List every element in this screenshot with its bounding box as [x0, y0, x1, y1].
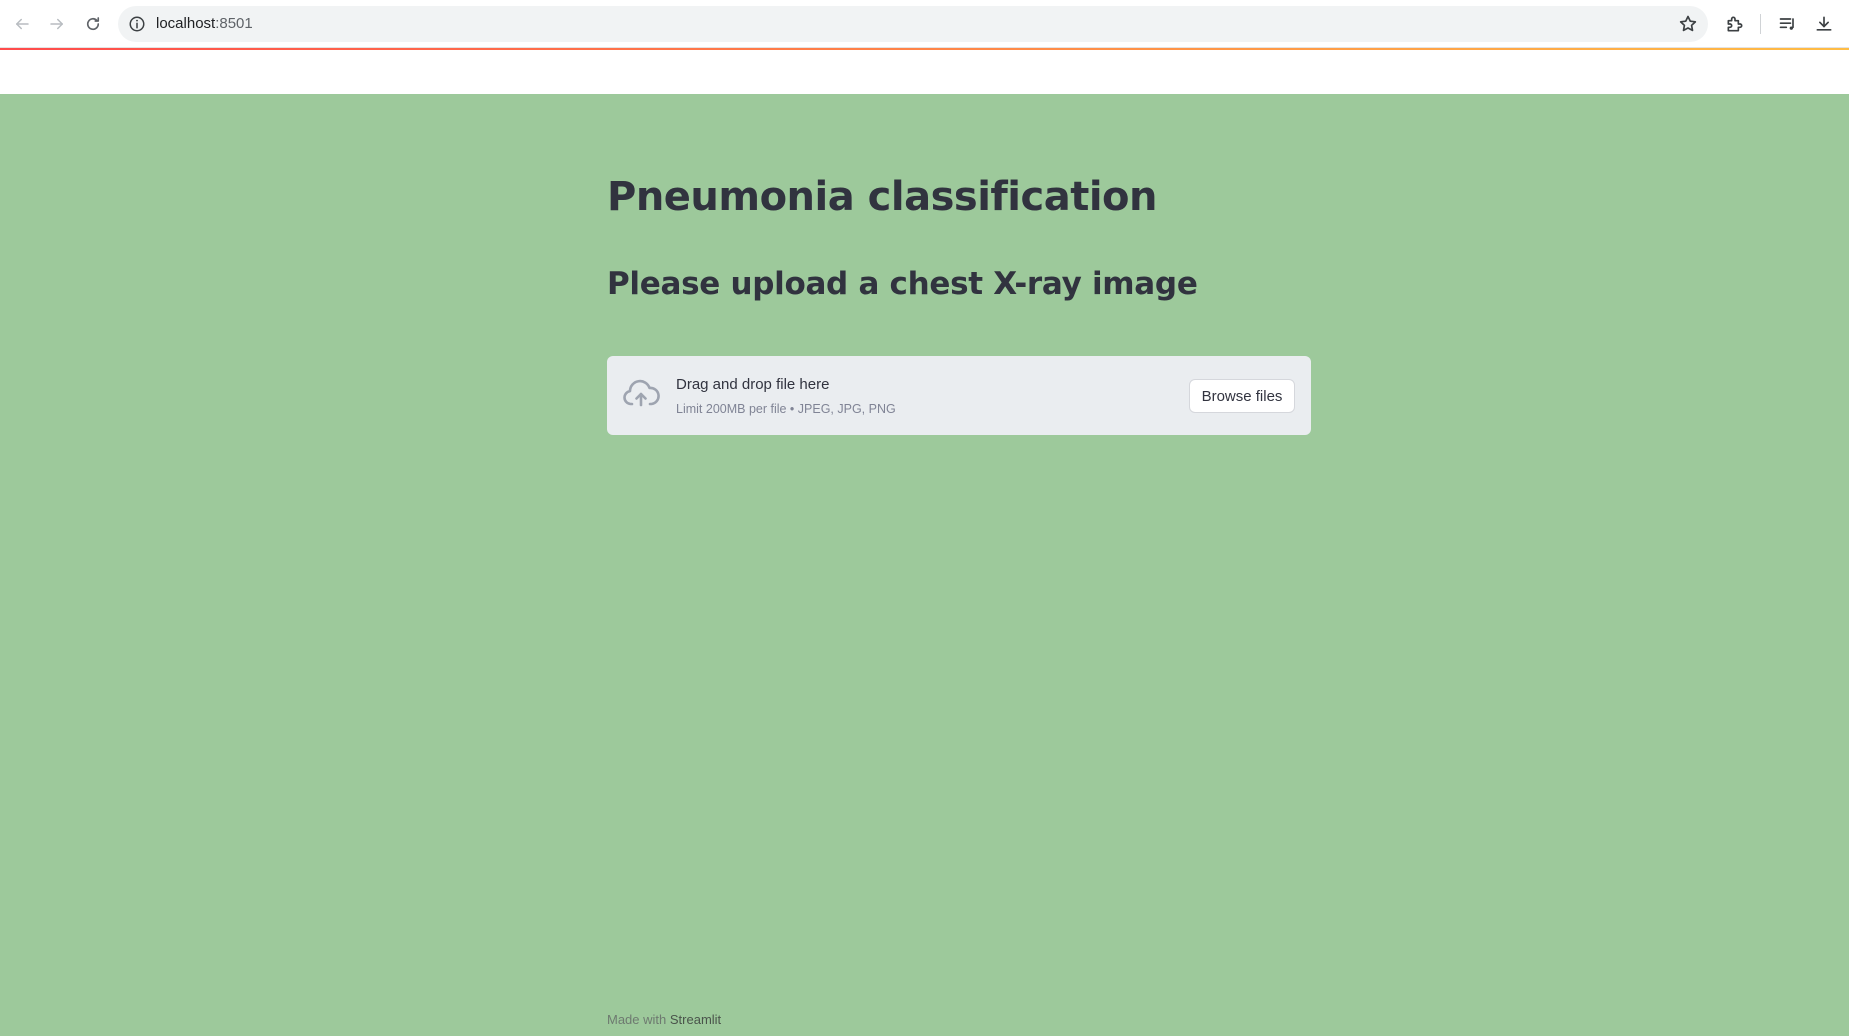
cloud-upload-icon — [622, 378, 660, 410]
media-queue-icon[interactable] — [1776, 12, 1800, 36]
app-main: Pneumonia classification Please upload a… — [0, 94, 1849, 1036]
dropzone-limit-text: Limit 200MB per file • JPEG, JPG, PNG — [676, 402, 896, 416]
page-subtitle: Please upload a chest X-ray image — [607, 266, 1198, 302]
info-icon[interactable] — [128, 15, 146, 33]
arrow-right-icon — [50, 18, 63, 30]
star-icon[interactable] — [1678, 14, 1698, 34]
streamlit-link[interactable]: Streamlit — [670, 1012, 721, 1027]
puzzle-icon[interactable] — [1723, 12, 1747, 36]
forward-button[interactable] — [43, 10, 71, 38]
footer: Made with Streamlit — [607, 1012, 721, 1027]
back-button[interactable] — [8, 10, 36, 38]
address-bar[interactable]: localhost:8501 — [118, 6, 1708, 42]
browse-files-button[interactable]: Browse files — [1189, 379, 1295, 413]
footer-prefix: Made with — [607, 1012, 667, 1027]
download-icon[interactable] — [1812, 12, 1836, 36]
url-port: :8501 — [215, 15, 253, 32]
dropzone-instructions: Drag and drop file here — [676, 376, 830, 393]
reload-icon — [86, 17, 100, 31]
arrow-left-icon — [16, 18, 29, 30]
page-title: Pneumonia classification — [607, 174, 1158, 220]
toolbar-divider — [1760, 14, 1761, 34]
url-host: localhost — [156, 15, 216, 32]
url-text: localhost:8501 — [156, 15, 253, 32]
reload-button[interactable] — [79, 10, 107, 38]
browser-toolbar: localhost:8501 — [0, 0, 1849, 48]
app-header — [0, 50, 1849, 94]
file-uploader-dropzone[interactable]: Drag and drop file here Limit 200MB per … — [607, 356, 1311, 435]
